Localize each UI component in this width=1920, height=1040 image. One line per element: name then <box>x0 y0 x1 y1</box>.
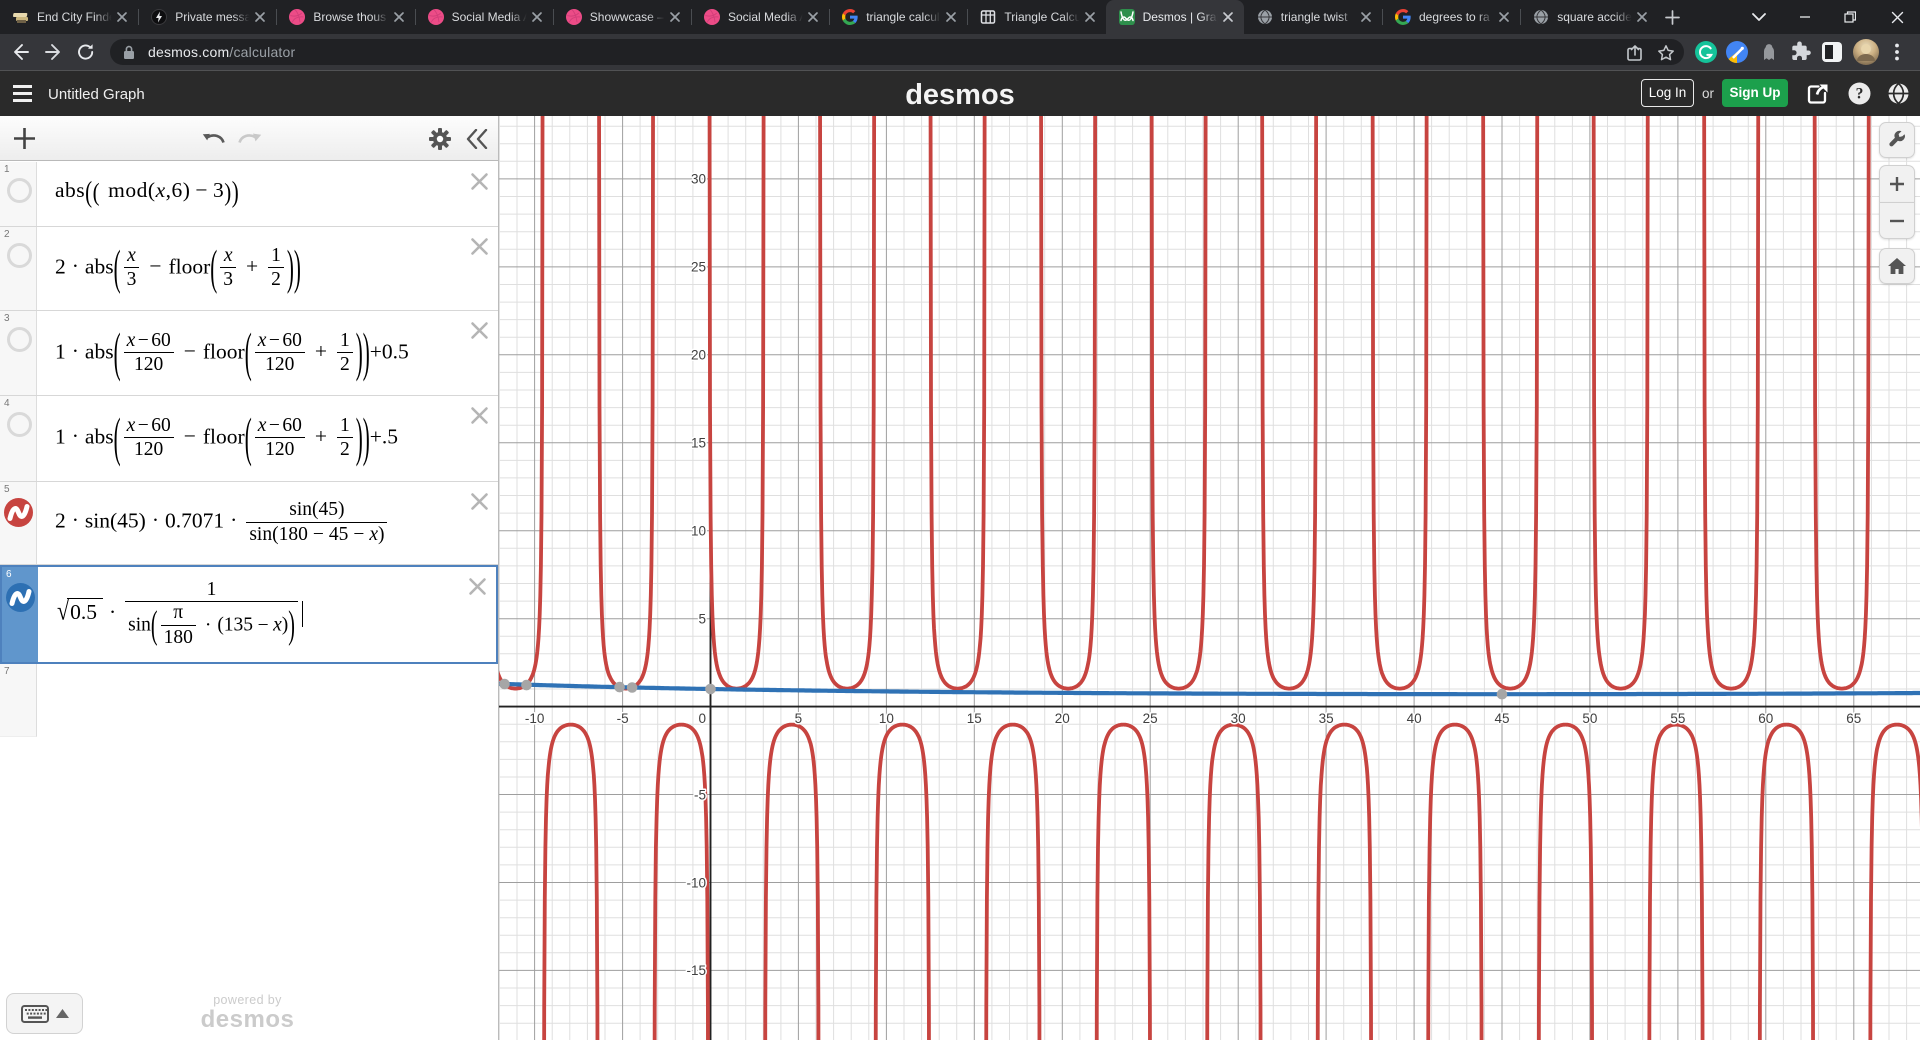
svg-text:10: 10 <box>691 524 706 539</box>
svg-text:10: 10 <box>879 711 894 726</box>
svg-text:5: 5 <box>698 612 706 627</box>
svg-text:-10: -10 <box>525 711 545 726</box>
svg-text:25: 25 <box>691 260 706 275</box>
svg-text:15: 15 <box>967 711 982 726</box>
svg-text:30: 30 <box>1231 711 1246 726</box>
svg-text:50: 50 <box>1582 711 1597 726</box>
svg-text:20: 20 <box>1055 711 1070 726</box>
svg-text:60: 60 <box>1758 711 1773 726</box>
svg-text:25: 25 <box>1143 711 1158 726</box>
svg-text:?: ? <box>1856 86 1864 103</box>
svg-text:55: 55 <box>1670 711 1685 726</box>
svg-text:5: 5 <box>795 711 803 726</box>
svg-text:20: 20 <box>691 348 706 363</box>
svg-text:0: 0 <box>698 711 706 726</box>
svg-text:15: 15 <box>691 436 706 451</box>
svg-text:-5: -5 <box>617 711 629 726</box>
svg-text:-15: -15 <box>686 963 706 978</box>
svg-text:-10: -10 <box>686 875 706 890</box>
svg-text:30: 30 <box>691 172 706 187</box>
svg-text:45: 45 <box>1494 711 1509 726</box>
svg-text:40: 40 <box>1407 711 1422 726</box>
svg-text:-5: -5 <box>694 787 706 802</box>
svg-text:35: 35 <box>1319 711 1334 726</box>
svg-text:65: 65 <box>1846 711 1861 726</box>
